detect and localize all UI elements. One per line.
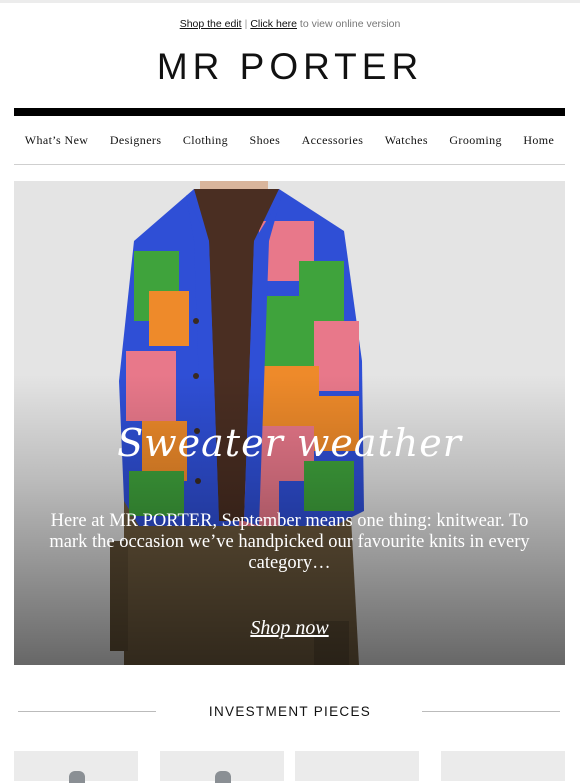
hero-banner[interactable]: Sweater weather Here at MR PORTER, Septe… [14, 181, 565, 665]
shop-now-link[interactable]: Shop now [14, 617, 565, 640]
header-divider [14, 108, 565, 116]
product-image [69, 771, 85, 783]
preheader-separator: | [244, 18, 248, 30]
product-thumbnail[interactable] [14, 751, 138, 783]
nav-item-designers[interactable]: Designers [106, 133, 166, 148]
nav-item-home[interactable]: Home [519, 133, 558, 148]
product-thumbnail[interactable] [160, 751, 284, 783]
product-thumbnail[interactable] [295, 751, 419, 781]
section-header: INVESTMENT PIECES [0, 704, 580, 724]
preheader-trailing-text: to view online version [297, 18, 401, 30]
view-online-link[interactable]: Click here [250, 18, 297, 30]
nav-item-shoes[interactable]: Shoes [246, 133, 285, 148]
product-thumbnail[interactable] [441, 751, 565, 781]
section-rule-right [422, 711, 560, 712]
nav-item-whats-new[interactable]: What’s New [21, 133, 93, 148]
top-border [0, 0, 580, 3]
brand-logo[interactable]: MR PORTER [0, 46, 580, 88]
hero-title: Sweater weather [117, 421, 462, 465]
nav-item-grooming[interactable]: Grooming [445, 133, 506, 148]
nav-item-clothing[interactable]: Clothing [179, 133, 232, 148]
nav-divider [14, 164, 565, 165]
nav-item-watches[interactable]: Watches [381, 133, 432, 148]
hero-body-text: Here at MR PORTER, September means one t… [49, 511, 530, 573]
preheader: Shop the edit | Click here to view online … [0, 18, 580, 30]
product-image [215, 771, 231, 783]
nav-item-accessories[interactable]: Accessories [298, 133, 368, 148]
shop-the-edit-link[interactable]: Shop the edit [180, 18, 242, 30]
main-nav: What’s New Designers Clothing Shoes Acce… [14, 130, 565, 150]
